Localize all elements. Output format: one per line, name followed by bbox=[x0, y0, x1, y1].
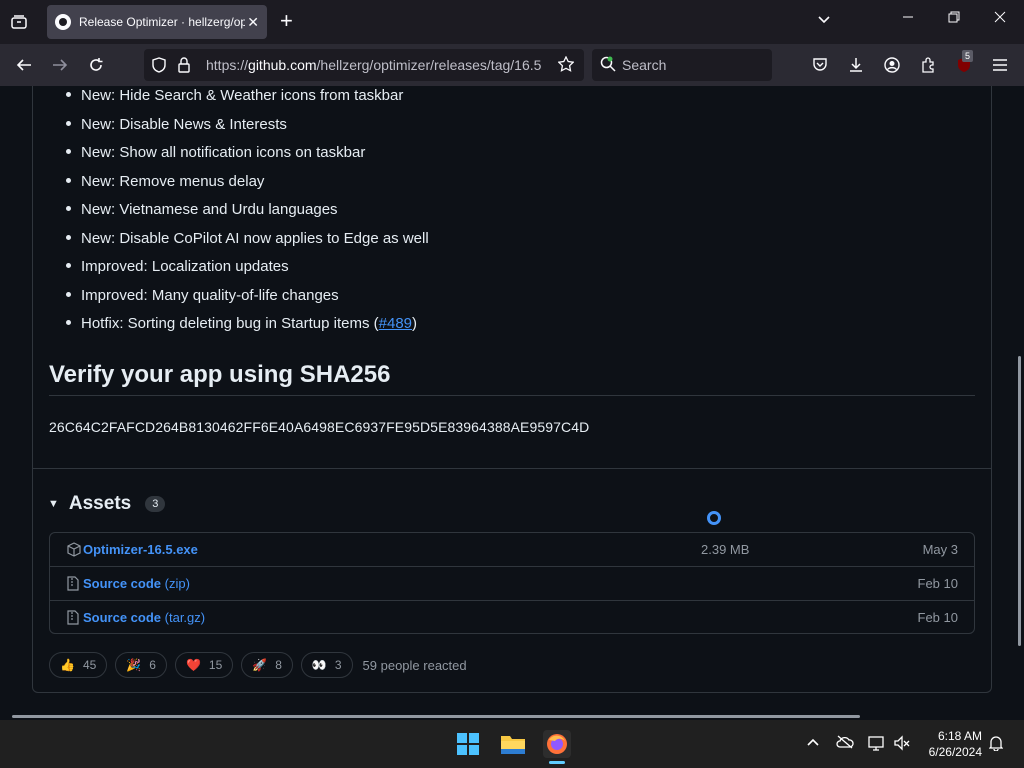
release-note-item: Improved: Many quality-of-life changes bbox=[66, 287, 339, 304]
new-tab-icon[interactable]: + bbox=[280, 10, 293, 32]
bookmark-star-icon[interactable] bbox=[557, 55, 575, 77]
asset-date: Feb 10 bbox=[917, 610, 958, 625]
firefox-icon[interactable] bbox=[543, 730, 571, 758]
release-note-item: New: Remove menus delay bbox=[66, 173, 264, 190]
search-bar[interactable]: Search bbox=[592, 49, 772, 81]
asset-row: Optimizer-16.5.exe 2.39 MB May 3 bbox=[50, 533, 974, 567]
release-note-item: Hotfix: Sorting deleting bug in Startup … bbox=[66, 315, 417, 332]
file-zip-icon bbox=[67, 610, 79, 630]
assets-toggle[interactable]: ▼ Assets 3 bbox=[48, 493, 166, 515]
forward-arrow-icon[interactable] bbox=[50, 55, 70, 75]
browser-tab-active[interactable]: Release Optimizer · hellzerg/optimizer ✕ bbox=[47, 5, 267, 39]
github-icon bbox=[55, 14, 71, 30]
assets-title: Assets bbox=[68, 493, 132, 514]
tada-icon: 🎉 bbox=[126, 658, 142, 672]
clock-time: 6:18 AM bbox=[937, 729, 982, 743]
pocket-icon[interactable] bbox=[810, 55, 830, 75]
search-icon bbox=[600, 56, 616, 77]
tab-bar: Release Optimizer · hellzerg/optimizer ✕… bbox=[0, 0, 1024, 44]
close-tab-icon[interactable]: ✕ bbox=[247, 14, 259, 31]
triangle-down-icon: ▼ bbox=[48, 498, 59, 510]
release-note-item: New: Hide Search & Weather icons from ta… bbox=[66, 87, 403, 104]
list-all-tabs-icon[interactable] bbox=[8, 12, 30, 32]
eyes-icon: 👀 bbox=[311, 658, 327, 672]
release-note-item: New: Disable News & Interests bbox=[66, 116, 287, 133]
package-icon bbox=[67, 542, 81, 562]
release-note-item: New: Vietnamese and Urdu languages bbox=[66, 201, 338, 218]
url-protocol: https:// bbox=[206, 57, 249, 73]
asset-date: May 3 bbox=[922, 542, 958, 557]
release-note-item: New: Disable CoPilot AI now applies to E… bbox=[66, 230, 429, 247]
windows-taskbar: 6:18 AM 6/26/2024 bbox=[0, 720, 1024, 768]
clock-date: 6/26/2024 bbox=[928, 745, 982, 759]
volume-muted-icon[interactable] bbox=[894, 735, 910, 754]
windows-start-icon[interactable] bbox=[454, 730, 482, 758]
file-zip-icon bbox=[67, 576, 79, 596]
reactions-summary: 59 people reacted bbox=[362, 657, 467, 673]
tab-title: Release Optimizer · hellzerg/optimizer bbox=[79, 15, 245, 29]
notification-bell-icon[interactable] bbox=[988, 735, 1004, 754]
verify-heading: Verify your app using SHA256 bbox=[49, 361, 391, 388]
release-note-item: Improved: Localization updates bbox=[66, 258, 289, 275]
heading-divider bbox=[49, 395, 975, 396]
active-app-indicator bbox=[549, 761, 565, 764]
file-explorer-icon[interactable] bbox=[499, 730, 527, 758]
section-divider bbox=[33, 468, 991, 469]
network-icon[interactable] bbox=[868, 735, 886, 754]
url-domain: github.com bbox=[248, 57, 317, 73]
issue-link[interactable]: #489 bbox=[379, 315, 412, 332]
url-text: https://github.com/hellzerg/optimizer/re… bbox=[206, 57, 546, 73]
lock-icon[interactable] bbox=[178, 57, 190, 78]
loading-spinner-icon bbox=[707, 511, 721, 525]
assets-list: Optimizer-16.5.exe 2.39 MB May 3 Source … bbox=[49, 532, 975, 634]
menu-hamburger-icon[interactable] bbox=[990, 55, 1010, 75]
back-arrow-icon[interactable] bbox=[14, 55, 34, 75]
extensions-puzzle-icon[interactable] bbox=[918, 55, 938, 75]
page-content: New: Hide Search & Weather icons from ta… bbox=[0, 86, 1024, 718]
chevron-down-icon[interactable] bbox=[817, 12, 831, 30]
horizontal-scrollbar[interactable] bbox=[12, 715, 860, 718]
downloads-icon[interactable] bbox=[846, 55, 866, 75]
asset-download-link[interactable]: Optimizer-16.5.exe bbox=[83, 542, 198, 557]
search-placeholder: Search bbox=[622, 57, 667, 73]
account-icon[interactable] bbox=[882, 55, 902, 75]
reaction-eyes[interactable]: 👀 3 bbox=[300, 652, 353, 678]
vertical-scrollbar[interactable] bbox=[1018, 356, 1021, 646]
release-note-item: New: Show all notification icons on task… bbox=[66, 144, 365, 161]
heart-icon: ❤️ bbox=[185, 658, 201, 672]
reload-icon[interactable] bbox=[86, 55, 106, 75]
restore-icon[interactable] bbox=[948, 10, 960, 27]
asset-date: Feb 10 bbox=[917, 576, 958, 591]
system-clock[interactable]: 6:18 AM 6/26/2024 bbox=[918, 728, 982, 760]
onedrive-offline-icon[interactable] bbox=[836, 735, 854, 752]
navigation-toolbar: https://github.com/hellzerg/optimizer/re… bbox=[0, 44, 1024, 86]
extension-badge: 5 bbox=[962, 50, 974, 62]
asset-row: Source code (zip) Feb 10 bbox=[50, 566, 974, 600]
reaction-heart[interactable]: ❤️ 15 bbox=[174, 652, 234, 678]
asset-download-link[interactable]: Source code (tar.gz) bbox=[83, 610, 205, 625]
rocket-icon: 🚀 bbox=[252, 658, 268, 672]
assets-count-badge: 3 bbox=[145, 496, 166, 512]
thumbs-up-icon: 👍 bbox=[60, 658, 75, 672]
url-path: /hellzerg/optimizer/releases/tag/16.5 bbox=[316, 57, 542, 73]
reaction-thumbs-up[interactable]: 👍 45 bbox=[49, 652, 108, 678]
reaction-tada[interactable]: 🎉 6 bbox=[115, 652, 167, 678]
reactions-bar: 👍 45 🎉 6 ❤️ 15 🚀 8 👀 3 59 people reacted bbox=[49, 652, 467, 678]
chevron-up-icon[interactable] bbox=[806, 735, 820, 751]
close-window-icon[interactable] bbox=[994, 10, 1006, 27]
sha256-hash: 26C64C2FAFCD264B8130462FF6E40A6498EC6937… bbox=[49, 419, 590, 435]
tracking-protection-shield-icon[interactable] bbox=[152, 57, 166, 78]
address-bar[interactable]: https://github.com/hellzerg/optimizer/re… bbox=[144, 49, 584, 81]
asset-download-link[interactable]: Source code (zip) bbox=[83, 576, 190, 591]
minimize-icon[interactable] bbox=[902, 10, 914, 27]
asset-size: 2.39 MB bbox=[701, 542, 750, 557]
asset-row: Source code (tar.gz) Feb 10 bbox=[50, 600, 974, 634]
reaction-rocket[interactable]: 🚀 8 bbox=[241, 652, 293, 678]
